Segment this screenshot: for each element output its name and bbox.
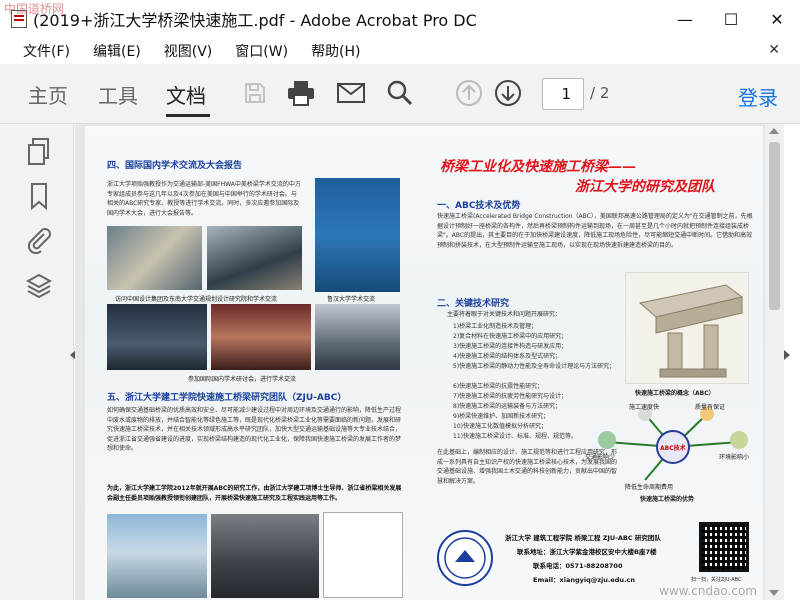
menu-help[interactable]: 帮助(H) (311, 41, 360, 61)
left-navigation-panel (0, 124, 74, 600)
expand-right-panel-icon[interactable] (784, 350, 790, 360)
tab-home[interactable]: 主页 (28, 80, 68, 109)
page-total: / 2 (590, 84, 610, 102)
abc-label-quality: 质量有保证 (695, 404, 726, 411)
menu-view[interactable]: 视图(V) (164, 41, 213, 61)
document-view[interactable]: 四、国际国内学术交流及大会报告 浙江大学项贻强教授作为交通运输部-美国FHWA中… (75, 124, 784, 600)
window-title: (2019+浙江大学桥梁快速施工.pdf - Adobe Acrobat Pro… (33, 11, 477, 30)
photo-conference-3 (315, 304, 400, 370)
caption-visit: 访问中国设计集团及东南大学交通规划设计研究院和学术交流 (115, 296, 278, 303)
caption-conferences: 参加国际国内学术研讨会，进行学术交流 (188, 376, 297, 383)
menu-window[interactable]: 窗口(W) (235, 41, 288, 61)
section-2-heading: 二、关键技术研究 (437, 299, 510, 309)
list-item: 6)快速施工桥梁的抗震性能研究； (453, 383, 544, 390)
contact-phone: 联系电话：0571-88208700 (533, 562, 623, 570)
list-item: 1)桥梁工业化制造技术及管理； (453, 323, 538, 330)
abc-label-environment: 环境影响小 (719, 454, 750, 461)
contact-email: Email：xiangyiq@zju.edu.cn (533, 576, 636, 584)
list-item: 7)快速施工桥梁的抗疲劳性能研究与设计； (453, 393, 568, 400)
section-4-body: 浙江大学项贻强教授作为交通运输部-美国FHWA中美桥梁学术交流的中方专家组成员参… (107, 181, 301, 217)
active-tab-indicator (166, 114, 210, 117)
scroll-up-arrow[interactable] (769, 128, 779, 134)
photo-conference-1 (107, 304, 207, 370)
pdf-page: 四、国际国内学术交流及大会报告 浙江大学项贻强教授作为交通运输部-美国FHWA中… (85, 126, 763, 600)
vertical-scrollbar[interactable] (765, 124, 784, 600)
photo-meeting-2 (207, 226, 302, 290)
caption-exchange: 鲁汉大学学术交流 (327, 296, 376, 303)
scroll-down-arrow[interactable] (769, 590, 779, 596)
abc-center-label: ABC技术 (660, 445, 686, 452)
photo-team-group (211, 514, 319, 598)
menu-bar: 文件(F) 编辑(E) 视图(V) 窗口(W) 帮助(H) ✕ (0, 38, 800, 64)
list-item: 4)快速施工桥梁的结构体系及型式研究； (453, 353, 562, 360)
search-icon[interactable] (385, 78, 415, 108)
contact-address: 联系地址：浙江大学紫金港校区安中大楼B座7楼 (517, 548, 657, 556)
abc-concept-figure (625, 272, 749, 384)
attachments-icon[interactable] (26, 226, 52, 255)
abc-advantages-caption: 快速施工桥梁的优势 (640, 496, 695, 503)
qr-code (699, 522, 749, 572)
bridge-segment-illustration (638, 284, 744, 378)
abc-advantages-diagram: ABC技术 施工速度快 质量有保证 交通影响少 环境影响小 降低生命周期费用 (585, 402, 761, 492)
abc-label-traffic: 交通影响少 (585, 454, 616, 461)
contact-organization: 浙江大学 建筑工程学院 桥梁工程 ZJU-ABC 研究团队 (505, 534, 661, 542)
poster-title-line-2: 浙江大学的研究及团队 (575, 179, 715, 195)
photo-meeting-1 (107, 226, 202, 290)
tab-tools[interactable]: 工具 (98, 80, 138, 109)
abc-label-speed: 施工速度快 (629, 404, 660, 411)
list-item: 2)复合材料在快速施工桥梁中的应用研究； (453, 333, 568, 340)
section-4-heading: 四、国际国内学术交流及大会报告 (107, 161, 243, 171)
section-5-body-2: 为此，浙江大学建工学院2012年就开展ABC的研究工作，由浙江大学建工项博士生导… (107, 485, 402, 502)
section-5-body: 如何确保交通基础桥梁的优质高效和安全、尽可能减少建设过程中对周边环境及交通通行的… (107, 407, 402, 452)
poster-title-line-1: 桥梁工业化及快速施工桥梁—— (440, 159, 636, 175)
scrollbar-thumb[interactable] (769, 142, 780, 310)
email-icon[interactable] (336, 78, 366, 108)
photo-conference-2 (211, 304, 311, 370)
zju-logo (437, 530, 493, 586)
list-item: 3)快速施工桥梁的连接件构造与研发应用； (453, 343, 568, 350)
title-bar: (2019+浙江大学桥梁快速施工.pdf - Adobe Acrobat Pro… (0, 0, 800, 38)
section-5-heading: 五、浙江大学建工学院快速施工桥梁研究团队（ZJU-ABC） (107, 393, 347, 403)
bookmarks-icon[interactable] (26, 182, 52, 211)
previous-page-icon[interactable] (454, 78, 484, 108)
watermark-top-left: 中国道桥网 (4, 2, 65, 16)
window-controls: — ☐ ✕ (662, 0, 800, 38)
close-document-button[interactable]: ✕ (768, 42, 780, 58)
print-icon[interactable] (286, 78, 316, 108)
close-button[interactable]: ✕ (754, 0, 800, 38)
login-button[interactable]: 登录 (738, 82, 778, 111)
abc-concept-caption: 快速施工桥梁的概念（ABC） (635, 390, 715, 397)
section-2-intro: 主要将着眼于对关键技术和问题开展研究： (447, 311, 562, 318)
list-item: 5)快速施工桥梁的静动力性能及全寿命设计理论与方法研究； (453, 363, 616, 370)
layers-icon[interactable] (25, 272, 53, 300)
tab-document[interactable]: 文档 (166, 80, 206, 109)
zju-emblem-icon (444, 537, 486, 579)
page-thumbnails-icon[interactable] (26, 138, 52, 166)
section-1-heading: 一、ABC技术及优势 (437, 201, 521, 211)
page-number-input[interactable]: 1 (542, 78, 584, 110)
menu-edit[interactable]: 编辑(E) (93, 41, 141, 61)
photo-certificate (323, 512, 403, 598)
abc-label-cost: 降低生命周期费用 (625, 484, 674, 491)
maximize-button[interactable]: ☐ (708, 0, 754, 38)
qr-caption: 扫一扫，关注ZJU-ABC (691, 577, 742, 583)
toolbar: 主页 工具 文档 1 / 2 登录 (0, 64, 800, 124)
save-icon[interactable] (240, 78, 270, 108)
watermark-bottom-right: www.cndao.com (659, 584, 757, 598)
menu-file[interactable]: 文件(F) (23, 41, 70, 61)
photo-presentation-slide (315, 178, 400, 292)
photo-campus-building (107, 514, 207, 598)
minimize-button[interactable]: — (662, 0, 708, 38)
next-page-icon[interactable] (493, 78, 523, 108)
